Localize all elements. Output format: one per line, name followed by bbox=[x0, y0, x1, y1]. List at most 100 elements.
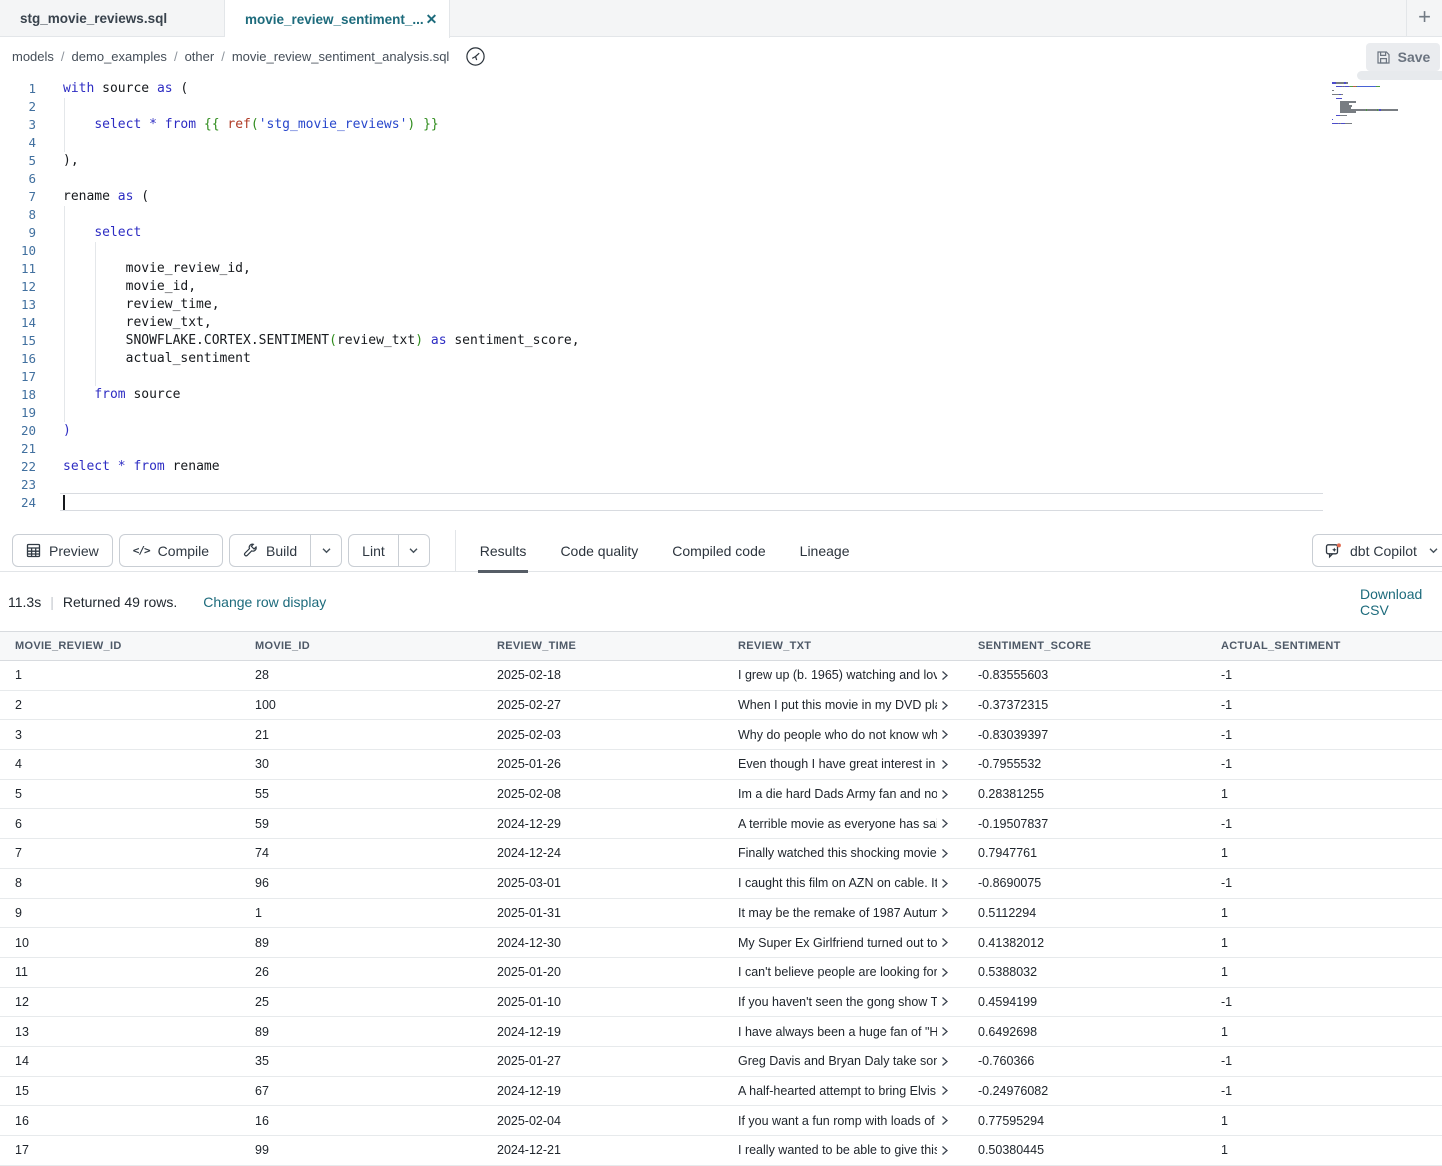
table-cell: -0.83555603 bbox=[963, 668, 1206, 682]
review-text: I have always been a huge fan of "Hom… bbox=[738, 1025, 937, 1039]
code-line[interactable]: 1with source as ( bbox=[0, 80, 580, 98]
table-cell: My Super Ex Girlfriend turned out to b… bbox=[723, 936, 963, 950]
code-line[interactable]: 20) bbox=[0, 422, 580, 440]
expand-review-icon[interactable] bbox=[939, 937, 950, 948]
code-line[interactable]: 13 review_time, bbox=[0, 296, 580, 314]
table-cell: 99 bbox=[240, 1143, 482, 1157]
code-line[interactable]: 16 actual_sentiment bbox=[0, 350, 580, 368]
column-header: REVIEW_TIME bbox=[482, 640, 723, 652]
text-cursor bbox=[63, 495, 65, 510]
expand-review-icon[interactable] bbox=[939, 1145, 950, 1156]
expand-review-icon[interactable] bbox=[939, 967, 950, 978]
code-line[interactable]: 5), bbox=[0, 152, 580, 170]
lint-dropdown[interactable] bbox=[398, 535, 429, 566]
expand-review-icon[interactable] bbox=[939, 878, 950, 889]
code-line[interactable]: 15 SNOWFLAKE.CORTEX.SENTIMENT(review_txt… bbox=[0, 332, 580, 350]
minimap[interactable] bbox=[1332, 82, 1417, 129]
compass-icon[interactable] bbox=[465, 46, 486, 67]
file-tab-bar: stg_movie_reviews.sql movie_review_senti… bbox=[0, 0, 1442, 37]
code-line[interactable]: 6 bbox=[0, 170, 580, 188]
code-line-text: ) bbox=[63, 422, 71, 440]
tab-lineage[interactable]: Lineage bbox=[798, 530, 852, 572]
table-cell: 2025-01-20 bbox=[482, 965, 723, 979]
expand-review-icon[interactable] bbox=[939, 907, 950, 918]
code-line[interactable]: 12 movie_id, bbox=[0, 278, 580, 296]
code-lines: 1with source as (23 select * from {{ ref… bbox=[0, 80, 580, 512]
table-cell: 0.7947761 bbox=[963, 846, 1206, 860]
copilot-label: dbt Copilot bbox=[1350, 543, 1417, 559]
line-number: 11 bbox=[0, 260, 36, 278]
code-line[interactable]: 8 bbox=[0, 206, 580, 224]
code-icon: </> bbox=[133, 544, 150, 557]
review-text: Im a die hard Dads Army fan and nothi… bbox=[738, 787, 937, 801]
expand-review-icon[interactable] bbox=[939, 848, 950, 859]
code-line[interactable]: 22select * from rename bbox=[0, 458, 580, 476]
review-text: I grew up (b. 1965) watching and lovin… bbox=[738, 668, 937, 682]
code-line[interactable]: 21 bbox=[0, 440, 580, 458]
expand-review-icon[interactable] bbox=[939, 789, 950, 800]
change-row-display-link[interactable]: Change row display bbox=[203, 594, 326, 610]
code-line[interactable]: 9 select bbox=[0, 224, 580, 242]
code-line[interactable]: 4 bbox=[0, 134, 580, 152]
table-cell: 1 bbox=[1206, 1143, 1442, 1157]
table-cell: 35 bbox=[240, 1054, 482, 1068]
lint-button[interactable]: Lint bbox=[349, 535, 398, 566]
review-text: I can't believe people are looking for a… bbox=[738, 965, 937, 979]
tab-code-quality[interactable]: Code quality bbox=[558, 530, 640, 572]
table-cell: If you haven't seen the gong show TV s… bbox=[723, 995, 963, 1009]
expand-review-icon[interactable] bbox=[939, 700, 950, 711]
code-line[interactable]: 10 bbox=[0, 242, 580, 260]
table-cell: 1 bbox=[1206, 846, 1442, 860]
status-bar: 11.3s | Returned 49 rows. Change row dis… bbox=[0, 572, 1442, 631]
expand-review-icon[interactable] bbox=[939, 996, 950, 1007]
expand-review-icon[interactable] bbox=[939, 729, 950, 740]
table-cell: 12 bbox=[0, 995, 240, 1009]
tab-movie-review-sentiment[interactable]: movie_review_sentiment_... ✕ bbox=[225, 0, 450, 38]
tab-compiled-code[interactable]: Compiled code bbox=[670, 530, 767, 572]
expand-review-icon[interactable] bbox=[939, 759, 950, 770]
table-cell: 67 bbox=[240, 1084, 482, 1098]
save-button[interactable]: Save bbox=[1366, 43, 1440, 71]
expand-review-icon[interactable] bbox=[939, 670, 950, 681]
code-line[interactable]: 11 movie_review_id, bbox=[0, 260, 580, 278]
compile-button[interactable]: </> Compile bbox=[119, 534, 223, 567]
review-text: I caught this film on AZN on cable. It s… bbox=[738, 876, 937, 890]
build-dropdown[interactable] bbox=[310, 535, 341, 566]
column-header: SENTIMENT_SCORE bbox=[963, 640, 1206, 652]
code-line[interactable]: 23 bbox=[0, 476, 580, 494]
expand-review-icon[interactable] bbox=[939, 1085, 950, 1096]
code-line[interactable]: 17 bbox=[0, 368, 580, 386]
editor-scrollbar-thumb[interactable] bbox=[1357, 71, 1442, 80]
tab-results[interactable]: Results bbox=[478, 530, 529, 572]
table-cell: 89 bbox=[240, 1025, 482, 1039]
close-tab-icon[interactable]: ✕ bbox=[424, 12, 440, 26]
line-number: 22 bbox=[0, 458, 36, 476]
expand-review-icon[interactable] bbox=[939, 1026, 950, 1037]
code-editor[interactable]: 1with source as (23 select * from {{ ref… bbox=[0, 76, 1442, 530]
table-row: 8962025-03-01I caught this film on AZN o… bbox=[0, 869, 1442, 899]
table-row: 912025-01-31It may be the remake of 1987… bbox=[0, 899, 1442, 929]
code-line[interactable]: 2 bbox=[0, 98, 580, 116]
code-line[interactable]: 14 review_txt, bbox=[0, 314, 580, 332]
dbt-copilot-button[interactable]: dbt Copilot bbox=[1312, 534, 1442, 567]
table-cell: 1 bbox=[1206, 1114, 1442, 1128]
expand-review-icon[interactable] bbox=[939, 1056, 950, 1067]
results-table-body: 1282025-02-18I grew up (b. 1965) watchin… bbox=[0, 661, 1442, 1166]
table-cell: 1 bbox=[0, 668, 240, 682]
table-cell: When I put this movie in my DVD playe… bbox=[723, 698, 963, 712]
preview-button[interactable]: Preview bbox=[12, 534, 113, 567]
new-tab-button[interactable]: + bbox=[1406, 0, 1442, 36]
tab-stg-movie-reviews[interactable]: stg_movie_reviews.sql bbox=[0, 0, 225, 36]
code-line[interactable]: 19 bbox=[0, 404, 580, 422]
table-row: 15672024-12-19A half-hearted attempt to … bbox=[0, 1077, 1442, 1107]
table-cell: A half-hearted attempt to bring Elvis P… bbox=[723, 1084, 963, 1098]
review-text: A half-hearted attempt to bring Elvis P… bbox=[738, 1084, 937, 1098]
code-line[interactable]: 7rename as ( bbox=[0, 188, 580, 206]
download-csv-link[interactable]: Download CSV bbox=[1360, 572, 1442, 631]
build-button[interactable]: Build bbox=[230, 535, 310, 566]
code-line[interactable]: 3 select * from {{ ref('stg_movie_review… bbox=[0, 116, 580, 134]
code-line[interactable]: 18 from source bbox=[0, 386, 580, 404]
table-cell: 2025-02-27 bbox=[482, 698, 723, 712]
expand-review-icon[interactable] bbox=[939, 1115, 950, 1126]
expand-review-icon[interactable] bbox=[939, 818, 950, 829]
